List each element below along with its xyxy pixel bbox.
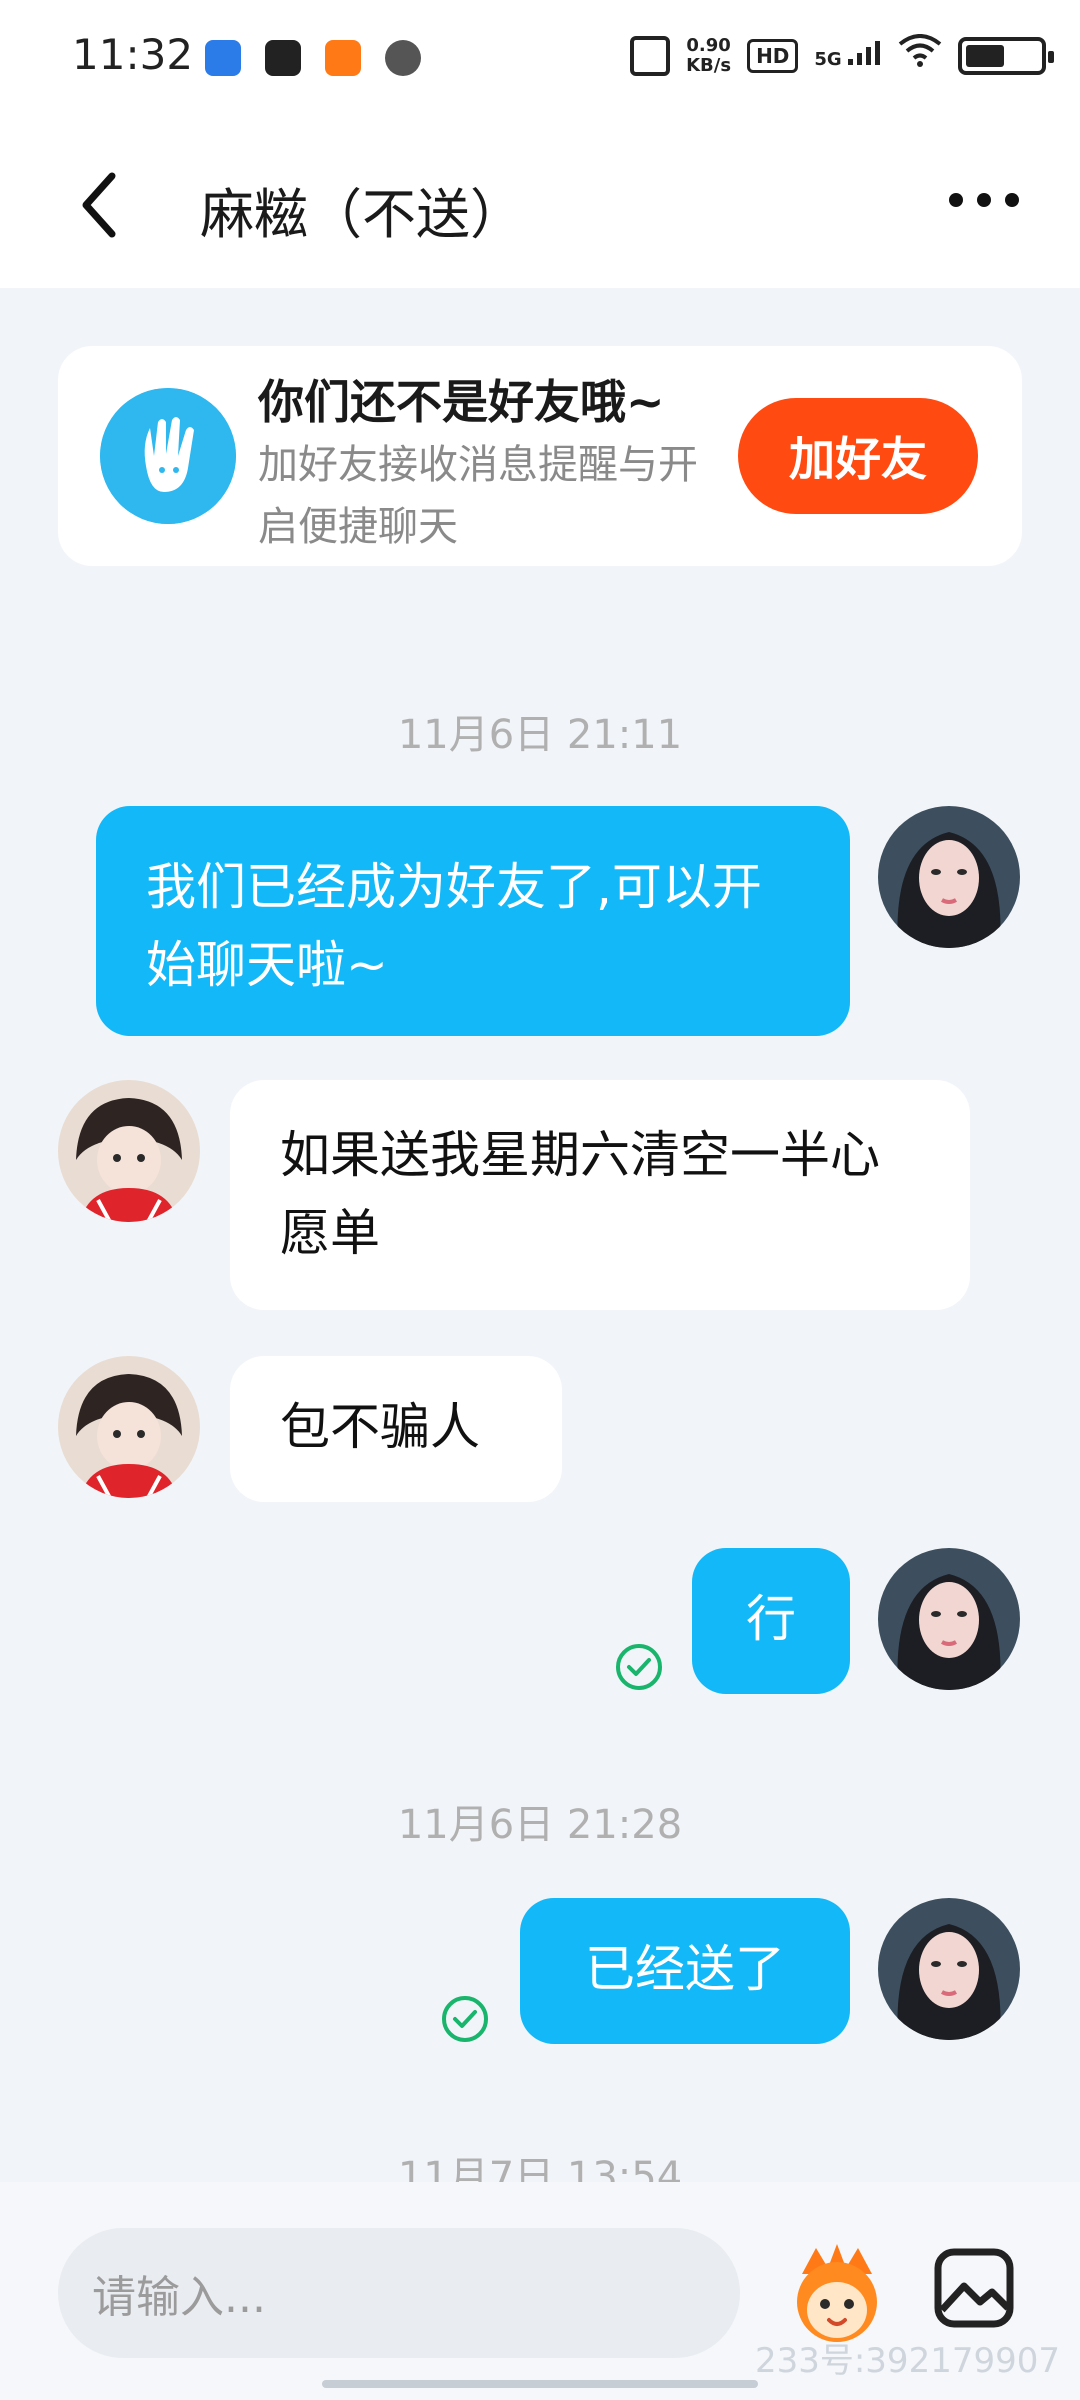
video-app-icon [265,40,301,76]
game-app-icon [385,40,421,76]
message-bubble-outgoing[interactable]: 我们已经成为好友了,可以开始聊天啦~ [96,806,850,1036]
my-avatar[interactable] [878,1548,1020,1690]
battery-icon [958,36,1054,75]
watermark: 233号:392179907 [754,2341,1060,2381]
message-bubble-incoming[interactable]: 如果送我星期六清空一半心愿单 [230,1080,970,1310]
signal-icon: 5G [814,41,882,70]
signal-bars-icon [848,41,880,65]
chat-input-bar: 请输入... 233号:392179907 [0,2182,1080,2400]
hd-badge: HD [747,38,799,73]
my-avatar[interactable] [878,1898,1020,2040]
wave-hand-icon [100,388,236,524]
baidu-icon [205,40,241,76]
wifi-icon [898,34,942,77]
message-bubble-incoming[interactable]: 包不骗人 [230,1356,562,1502]
add-friend-button[interactable]: 加好友 [738,398,978,514]
add-friend-card: 你们还不是好友哦~ 加好友接收消息提醒与开启便捷聊天 加好友 [58,346,1022,566]
read-check-icon [616,1644,662,1690]
more-options-icon[interactable] [946,180,1022,220]
network-speed-value: 0.90 [686,34,731,56]
contact-avatar[interactable] [58,1356,200,1498]
contact-avatar[interactable] [58,1080,200,1222]
media-app-icon [325,40,361,76]
emoji-icon[interactable] [782,2238,892,2348]
status-time: 11:32 [72,30,194,79]
network-speed: 0.90 KB/s [686,34,732,76]
status-system-icons: 0.90 KB/s HD 5G [630,34,1054,77]
image-icon[interactable] [932,2246,1016,2330]
friend-card-title: 你们还不是好友哦~ [258,375,665,429]
chat-timestamp: 11月6日 21:28 [397,1802,683,1848]
chat-timestamp: 11月6日 21:11 [397,712,683,758]
message-bubble-outgoing[interactable]: 已经送了 [520,1898,850,2044]
vibrate-icon [630,35,671,76]
back-icon[interactable] [72,170,128,240]
network-speed-unit: KB/s [686,54,732,76]
chat-title: 麻糍（不送） [200,183,524,246]
chat-header: 麻糍（不送） [0,118,1080,288]
status-bar: 11:32 0.90 KB/s HD 5G [0,0,1080,118]
status-notification-icons [205,40,421,76]
message-bubble-outgoing[interactable]: 行 [692,1548,850,1694]
my-avatar[interactable] [878,806,1020,948]
read-check-icon [442,1996,488,2042]
signal-label: 5G [814,49,842,70]
home-indicator[interactable] [322,2380,758,2388]
message-input[interactable]: 请输入... [58,2228,740,2358]
friend-card-description: 加好友接收消息提醒与开启便捷聊天 [258,442,698,550]
